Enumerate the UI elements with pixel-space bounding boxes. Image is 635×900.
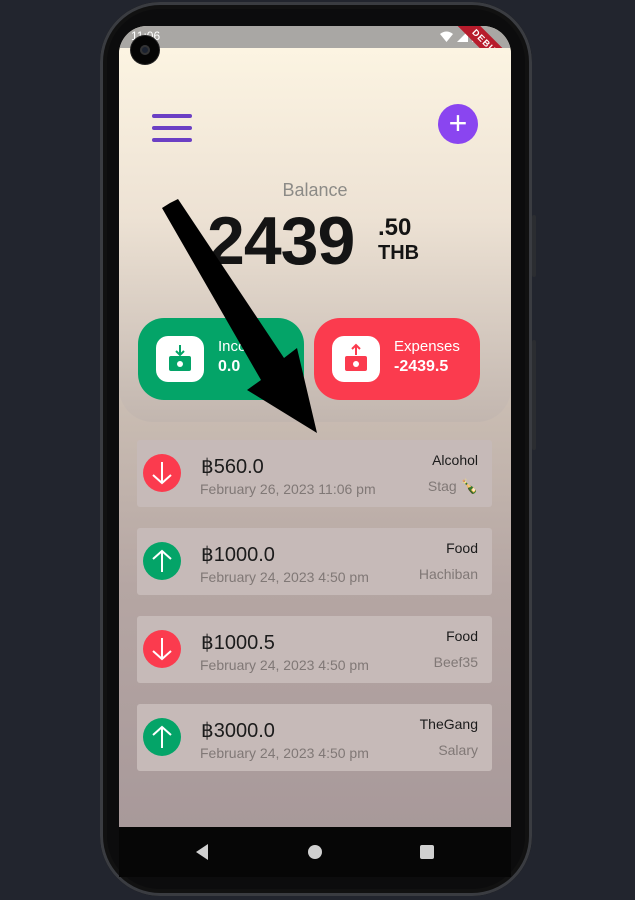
transaction-note: Hachiban [418, 566, 478, 582]
transaction-category: Food [446, 540, 478, 556]
menu-button[interactable] [152, 114, 192, 144]
income-arrow-icon [143, 718, 181, 756]
transaction-date: February 26, 2023 11:06 pm [200, 481, 376, 497]
app-screen: 11:06 DEBUG + Balance 2439 .50 THB [119, 26, 511, 827]
triangle-back-icon[interactable] [194, 843, 210, 861]
balance-label: Balance [282, 180, 348, 200]
transaction-amount: ฿1000.0 [201, 544, 275, 566]
transaction-category: TheGang [419, 716, 478, 732]
transaction-item[interactable]: ฿560.0 February 26, 2023 11:06 pm Alcoho… [137, 440, 492, 507]
system-navigation-bar [119, 827, 511, 877]
power-button [532, 215, 536, 277]
transaction-note: Salary [438, 742, 478, 758]
income-summary-card[interactable]: Income 0.0 [138, 318, 304, 400]
transaction-amount: ฿3000.0 [201, 720, 275, 742]
transaction-category: Alcohol [432, 452, 478, 468]
transaction-item[interactable]: ฿3000.0 February 24, 2023 4:50 pm TheGan… [137, 704, 492, 771]
transaction-date: February 24, 2023 4:50 pm [200, 569, 369, 585]
balance-header-card: + Balance 2439 .50 THB Income 0.0 Expens… [119, 48, 511, 422]
square-recents-icon[interactable] [419, 843, 435, 861]
plus-icon: + [448, 105, 468, 141]
income-label: Income [218, 338, 268, 355]
balance-decimal: .50 [378, 214, 412, 241]
transaction-date: February 24, 2023 4:50 pm [200, 657, 369, 673]
expenses-label: Expenses [394, 338, 460, 355]
transaction-item[interactable]: ฿1000.0 February 24, 2023 4:50 pm Food H… [137, 528, 492, 595]
expenses-summary-card[interactable]: Expenses -2439.5 [314, 318, 480, 400]
circle-home-icon[interactable] [307, 843, 323, 861]
expense-arrow-icon [143, 630, 181, 668]
balance-currency: THB [378, 242, 420, 264]
transaction-item[interactable]: ฿1000.5 February 24, 2023 4:50 pm Food B… [137, 616, 492, 683]
wallet-in-icon [156, 336, 204, 382]
volume-button [532, 340, 536, 450]
balance-integer: 2439 [207, 203, 355, 279]
status-bar: 11:06 DEBUG [119, 26, 511, 86]
transaction-note: Stag 🍾 [427, 478, 478, 494]
income-value: 0.0 [218, 358, 241, 375]
transaction-amount: ฿560.0 [201, 456, 264, 478]
add-transaction-button[interactable]: + [438, 104, 478, 144]
expense-arrow-icon [143, 454, 181, 492]
front-camera [131, 36, 159, 64]
wallet-out-icon [332, 336, 380, 382]
transaction-amount: ฿1000.5 [201, 632, 275, 654]
transaction-note: Beef35 [433, 654, 478, 670]
expenses-value: -2439.5 [394, 358, 449, 375]
transaction-category: Food [446, 628, 478, 644]
transaction-date: February 24, 2023 4:50 pm [200, 745, 369, 761]
wifi-icon [440, 31, 453, 42]
income-arrow-icon [143, 542, 181, 580]
